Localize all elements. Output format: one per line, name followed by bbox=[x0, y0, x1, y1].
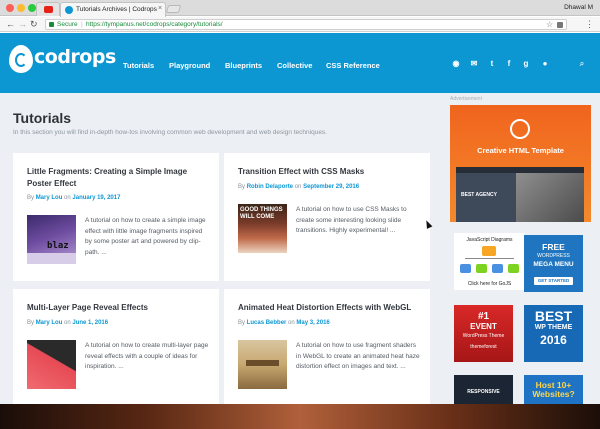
tab-strip: Tutorials Archives | Codrops × Dhawal M bbox=[0, 0, 600, 17]
address-bar[interactable]: Secure | https://tympanus.net/codrops/ca… bbox=[45, 19, 567, 30]
nav-playground[interactable]: Playground bbox=[169, 61, 210, 70]
article-meta: By Lucas Bebber on May 3, 2016 bbox=[238, 320, 330, 326]
profile-name[interactable]: Dhawal M bbox=[564, 4, 593, 11]
ad-gojs[interactable]: JavaScript Diagrams Click here for GoJS bbox=[454, 233, 525, 290]
article-author[interactable]: Mary Lou bbox=[36, 195, 63, 201]
article-thumbnail[interactable] bbox=[27, 340, 76, 389]
ad-screenshot: BEST AGENCY bbox=[456, 167, 584, 222]
article-excerpt: A tutorial on how to create a simple ima… bbox=[85, 217, 206, 256]
article-author[interactable]: Lucas Bebber bbox=[247, 320, 287, 326]
url-text: https://tympanus.net/codrops/category/tu… bbox=[86, 21, 223, 28]
logo-text: codrops bbox=[34, 46, 116, 68]
article-excerpt: A tutorial on how to use CSS Masks to cr… bbox=[296, 206, 407, 234]
github-icon[interactable]: ● bbox=[540, 59, 550, 69]
ad-logo-icon bbox=[510, 119, 530, 139]
article-card[interactable]: Little Fragments: Creating a Simple Imag… bbox=[13, 153, 219, 281]
article-thumbnail[interactable] bbox=[238, 340, 287, 389]
article-meta: By Mary Lou on January 19, 2017 bbox=[27, 195, 121, 201]
menu-icon[interactable]: ⋮ bbox=[585, 18, 594, 30]
ad-title: Creative HTML Template bbox=[477, 146, 564, 155]
codrops-favicon-icon bbox=[65, 6, 73, 14]
article-date[interactable]: May 3, 2016 bbox=[296, 320, 329, 326]
url-separator: | bbox=[81, 21, 83, 28]
nav-blueprints[interactable]: Blueprints bbox=[225, 61, 262, 70]
tab-title: Tutorials Archives | Codrops bbox=[76, 6, 157, 13]
new-tab-button[interactable] bbox=[165, 5, 182, 13]
article-meta: By Robin Delaporte on September 29, 2016 bbox=[238, 184, 360, 190]
twitter-icon[interactable]: t bbox=[487, 59, 497, 69]
search-icon[interactable]: ⌕ bbox=[577, 59, 587, 69]
article-date[interactable]: January 19, 2017 bbox=[72, 195, 120, 201]
article-author[interactable]: Robin Delaporte bbox=[247, 184, 293, 190]
screen: Tutorials Archives | Codrops × Dhawal M … bbox=[0, 0, 600, 429]
maximize-window-button[interactable] bbox=[28, 4, 36, 12]
ad-hosting[interactable]: Host 10+ Websites? bbox=[524, 375, 583, 404]
browser-window: Tutorials Archives | Codrops × Dhawal M … bbox=[0, 0, 600, 404]
site-header: codrops Tutorials Playground Blueprints … bbox=[0, 33, 600, 93]
article-excerpt: A tutorial on how to use fragment shader… bbox=[296, 342, 420, 370]
article-card[interactable]: Multi-Layer Page Reveal Effects By Mary … bbox=[13, 289, 219, 404]
secure-label: Secure bbox=[57, 21, 78, 28]
ad-responsive[interactable]: RESPONSIVE bbox=[454, 375, 513, 404]
logo-drop-icon bbox=[9, 45, 33, 73]
facebook-icon[interactable]: f bbox=[504, 59, 514, 69]
article-date[interactable]: June 1, 2016 bbox=[72, 320, 108, 326]
ad-get-started-button[interactable]: GET STARTED bbox=[534, 277, 573, 285]
article-title[interactable]: Little Fragments: Creating a Simple Imag… bbox=[27, 166, 209, 190]
reload-button[interactable]: ↻ bbox=[30, 18, 38, 30]
forward-button[interactable]: → bbox=[18, 18, 27, 30]
article-card[interactable]: Transition Effect with CSS Masks By Robi… bbox=[224, 153, 430, 281]
ad-event-theme[interactable]: #1 EVENT WordPress Theme themeforest bbox=[454, 305, 513, 362]
article-meta: By Mary Lou on June 1, 2016 bbox=[27, 320, 109, 326]
back-button[interactable]: ← bbox=[6, 18, 15, 30]
article-excerpt: A tutorial on how to create multi-layer … bbox=[85, 342, 209, 370]
bookmark-star-icon[interactable]: ☆ bbox=[546, 20, 553, 30]
article-title[interactable]: Animated Heat Distortion Effects with We… bbox=[238, 302, 420, 314]
ad-best-wp-theme[interactable]: BEST WP THEME 2016 bbox=[524, 305, 583, 362]
lock-icon bbox=[49, 22, 54, 27]
ad-wordpress-mega-menu[interactable]: FREE WORDPRESS MEGA MENU GET STARTED bbox=[524, 235, 583, 292]
codrops-logo[interactable]: codrops bbox=[9, 44, 116, 76]
article-date[interactable]: September 29, 2016 bbox=[303, 184, 359, 190]
page-title: Tutorials bbox=[13, 110, 72, 126]
ad-creative-html-template[interactable]: Creative HTML Template BEST AGENCY bbox=[450, 105, 591, 222]
minimize-window-button[interactable] bbox=[17, 4, 25, 12]
google-plus-icon[interactable]: g bbox=[521, 59, 531, 69]
browser-toolbar: ← → ↻ Secure | https://tympanus.net/codr… bbox=[0, 17, 600, 32]
close-window-button[interactable] bbox=[6, 4, 14, 12]
advertisement-label: Advertisement bbox=[450, 96, 482, 102]
diagram-icon bbox=[458, 246, 521, 279]
article-title[interactable]: Multi-Layer Page Reveal Effects bbox=[27, 302, 209, 314]
article-card[interactable]: Animated Heat Distortion Effects with We… bbox=[224, 289, 430, 404]
article-thumbnail[interactable]: blaz bbox=[27, 215, 76, 264]
ad-gojs-title: JavaScript Diagrams bbox=[466, 237, 513, 243]
tab-codrops[interactable]: Tutorials Archives | Codrops × bbox=[60, 2, 166, 17]
mail-icon[interactable]: ✉ bbox=[469, 59, 479, 69]
rss-icon[interactable]: ◉ bbox=[451, 59, 461, 69]
article-author[interactable]: Mary Lou bbox=[36, 320, 63, 326]
extension-icon[interactable] bbox=[557, 22, 563, 28]
youtube-icon bbox=[44, 6, 53, 13]
tab-close-icon[interactable]: × bbox=[158, 5, 162, 12]
tab-youtube[interactable] bbox=[36, 2, 60, 16]
nav-css-reference[interactable]: CSS Reference bbox=[326, 61, 380, 70]
nav-collective[interactable]: Collective bbox=[277, 61, 312, 70]
article-title[interactable]: Transition Effect with CSS Masks bbox=[238, 166, 420, 178]
page-description: In this section you will find in-depth h… bbox=[13, 129, 327, 136]
article-thumbnail[interactable]: GOOD THINGS WILL COME bbox=[238, 204, 287, 253]
main-content: Tutorials In this section you will find … bbox=[0, 93, 600, 404]
nav-tutorials[interactable]: Tutorials bbox=[123, 61, 154, 70]
desktop-wallpaper bbox=[0, 400, 600, 429]
ad-gojs-link[interactable]: Click here for GoJS bbox=[454, 281, 525, 287]
